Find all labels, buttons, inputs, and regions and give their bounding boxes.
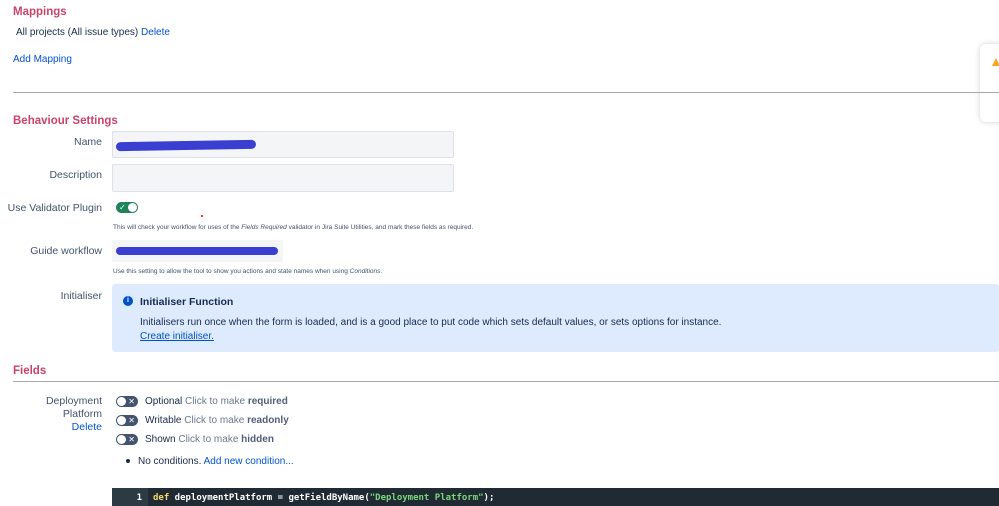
check-icon: ✓ [119, 203, 126, 212]
initialiser-description: Initialisers run once when the form is l… [140, 317, 722, 328]
writable-target: readonly [247, 415, 289, 426]
behaviour-settings-heading: Behaviour Settings [13, 115, 118, 127]
description-field[interactable] [112, 164, 454, 192]
writable-state: Writable [145, 415, 182, 426]
optional-toggle[interactable]: ✕ [116, 396, 138, 407]
shown-hint: Click to make [178, 434, 239, 445]
mapping-entry: All projects (All issue types) Delete [16, 27, 170, 38]
field-name-line1: Deployment [45, 395, 102, 407]
conditions-text: No conditions. [138, 456, 202, 467]
guide-help-em: Conditions [349, 268, 381, 275]
field-delete-link[interactable]: Delete [20, 421, 102, 434]
name-field[interactable] [112, 131, 454, 158]
x-icon: ✕ [128, 416, 135, 425]
validator-help-pre: This will check your workflow for uses o… [113, 224, 242, 231]
toggle-knob [117, 435, 126, 444]
guide-redaction [116, 247, 278, 255]
x-icon: ✕ [128, 397, 135, 406]
mapping-scope-text: All projects (All issue types) [16, 27, 139, 38]
initialiser-info-panel: i Initialiser Function Initialisers run … [112, 284, 999, 352]
shown-option[interactable]: Shown Click to make hidden [145, 434, 274, 445]
optional-hint: Click to make [185, 396, 246, 407]
mappings-heading: Mappings [13, 6, 67, 18]
initialiser-label: Initialiser [60, 290, 102, 302]
validator-toggle[interactable]: ✓ [116, 202, 138, 213]
fields-heading: Fields [13, 365, 47, 377]
initialiser-title: Initialiser Function [140, 296, 234, 308]
script-editor[interactable]: 1 def deploymentPlatform = getFieldByNam… [112, 488, 999, 506]
info-icon: i [123, 296, 133, 306]
red-dot [201, 215, 203, 217]
x-icon: ✕ [128, 435, 135, 444]
bullet-icon [126, 459, 130, 464]
validator-label: Use Validator Plugin [7, 202, 102, 214]
code-statement: deploymentPlatform = getFieldByName( [169, 493, 370, 503]
writable-hint: Click to make [184, 415, 245, 426]
side-notification-panel[interactable] [980, 44, 999, 122]
mapping-delete-link[interactable]: Delete [141, 27, 170, 38]
optional-target: required [247, 396, 288, 407]
guide-help-pre: Use this setting to allow the tool to sh… [113, 268, 350, 275]
shown-toggle[interactable]: ✕ [116, 434, 138, 445]
description-label: Description [49, 169, 102, 181]
writable-option[interactable]: Writable Click to make readonly [145, 415, 289, 426]
optional-state: Optional [145, 396, 183, 407]
guide-workflow-select[interactable] [112, 240, 283, 262]
toggle-knob [128, 203, 137, 212]
line-number: 1 [136, 493, 142, 503]
add-mapping-link[interactable]: Add Mapping [13, 54, 72, 65]
shown-target: hidden [241, 434, 274, 445]
code-keyword: def [153, 493, 170, 503]
conditions-list-item: No conditions. Add new condition... [126, 456, 294, 467]
field-name-line2: Platform [62, 408, 102, 420]
code-line: def deploymentPlatform = getFieldByName(… [153, 493, 494, 503]
fields-divider [13, 381, 999, 382]
validator-help-em: Fields Required [241, 224, 287, 231]
field-name-label: Deployment Platform Delete [20, 395, 102, 434]
toggle-knob [117, 416, 126, 425]
guide-help-text: Use this setting to allow the tool to sh… [113, 268, 382, 275]
guide-workflow-label: Guide workflow [30, 245, 102, 257]
name-redaction [115, 139, 257, 152]
code-end: ); [483, 493, 495, 503]
validator-help-post: validator in Jira Suite Utilities, and m… [286, 224, 474, 231]
writable-toggle[interactable]: ✕ [116, 415, 138, 426]
section-divider [13, 92, 999, 93]
name-label: Name [73, 136, 102, 148]
guide-help-post: . [380, 268, 383, 275]
toggle-knob [117, 397, 126, 406]
create-initialiser-link[interactable]: Create initialiser. [140, 331, 214, 342]
warning-icon [992, 58, 999, 66]
shown-state: Shown [145, 434, 176, 445]
optional-option[interactable]: Optional Click to make required [145, 396, 288, 407]
code-string: "Deployment Platform" [369, 493, 484, 503]
validator-help-text: This will check your workflow for uses o… [113, 224, 473, 231]
add-condition-link[interactable]: Add new condition... [204, 456, 294, 467]
line-gutter: 1 [112, 488, 148, 506]
